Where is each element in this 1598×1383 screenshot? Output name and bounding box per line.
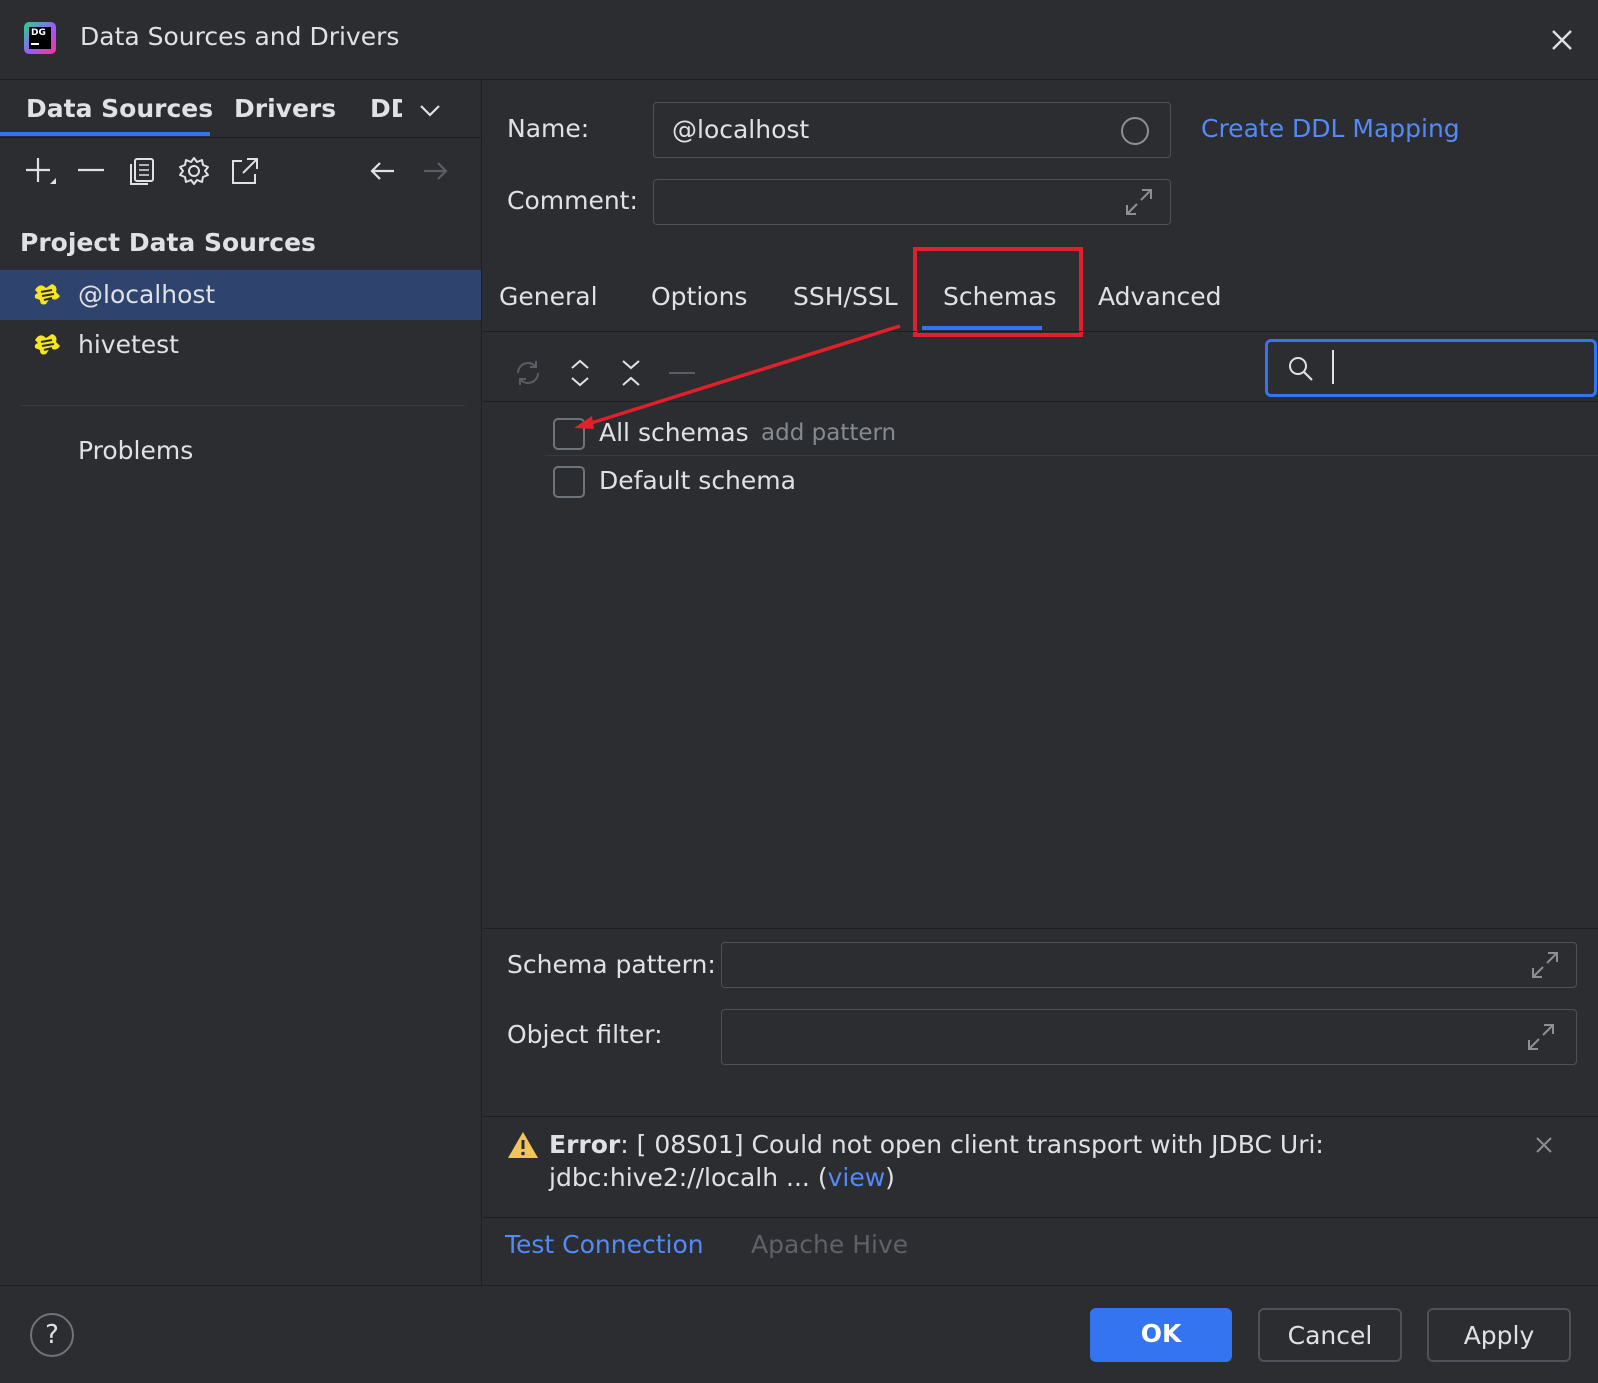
expand-icon[interactable] (1524, 1020, 1558, 1054)
warning-icon (508, 1132, 538, 1158)
open-external-icon[interactable] (228, 154, 262, 188)
annotation-highlight-box (913, 247, 1083, 337)
divider (483, 928, 1598, 929)
error-detail-end: ) (885, 1163, 895, 1192)
divider (0, 137, 482, 138)
hive-bee-icon (34, 284, 60, 305)
divider (483, 1217, 1598, 1218)
error-message: Error: [ 08S01] Could not open client tr… (549, 1128, 1509, 1194)
collapse-all-icon[interactable] (614, 356, 648, 390)
error-text: : [ 08S01] Could not open client transpo… (620, 1130, 1324, 1159)
test-connection-link[interactable]: Test Connection (505, 1230, 704, 1259)
divider (483, 1116, 1598, 1117)
add-pattern-hint[interactable]: add pattern (761, 420, 896, 446)
duplicate-icon[interactable] (126, 154, 160, 188)
tab-options[interactable]: Options (651, 282, 747, 311)
datasource-label: @localhost (78, 280, 216, 309)
title-bar: DG Data Sources and Drivers (0, 0, 1598, 80)
object-filter-label: Object filter: (507, 1020, 663, 1049)
close-icon[interactable] (1531, 1132, 1557, 1158)
comment-label: Comment: (507, 186, 638, 215)
error-detail: jdbc:hive2://localh ... ( (549, 1163, 828, 1192)
window-title: Data Sources and Drivers (80, 22, 400, 51)
problems-item[interactable]: Problems (78, 436, 193, 465)
error-title: Error (549, 1130, 621, 1159)
gear-icon[interactable] (177, 154, 211, 188)
divider (483, 401, 1598, 402)
help-button[interactable]: ? (30, 1313, 74, 1357)
apply-button[interactable]: Apply (1427, 1308, 1571, 1362)
tab-drivers[interactable]: Drivers (234, 94, 336, 123)
forward-arrow-icon[interactable] (418, 154, 452, 188)
all-schemas-label: All schemas (599, 418, 749, 447)
all-schemas-checkbox[interactable] (553, 418, 585, 450)
color-circle-icon[interactable] (1119, 115, 1151, 147)
tab-ddl-mappings[interactable]: DD (370, 94, 402, 123)
expand-all-icon[interactable] (563, 356, 597, 390)
section-title: Project Data Sources (20, 228, 316, 257)
dialog-footer: ? OK Cancel Apply (0, 1285, 1598, 1383)
search-icon (1289, 357, 1313, 381)
default-schema-checkbox[interactable] (553, 466, 585, 498)
divider (20, 405, 465, 406)
create-ddl-mapping-link[interactable]: Create DDL Mapping (1201, 114, 1460, 143)
datasource-label: hivetest (78, 330, 179, 359)
cancel-button[interactable]: Cancel (1258, 1308, 1402, 1362)
left-pane: Data Sources Drivers DD Project Data Sou… (0, 80, 482, 1285)
view-error-link[interactable]: view (828, 1163, 886, 1192)
divider (483, 331, 1598, 332)
chevron-down-icon[interactable] (416, 98, 444, 122)
details-pane: Name: @localhost Create DDL Mapping Comm… (483, 80, 1598, 1285)
active-tab-indicator (0, 132, 210, 136)
hive-bee-icon (34, 334, 60, 355)
text-caret (1332, 350, 1334, 384)
add-icon[interactable] (22, 154, 56, 188)
name-value: @localhost (672, 115, 810, 144)
remove-pattern-icon[interactable] (665, 356, 699, 390)
schema-search-input[interactable] (1265, 339, 1597, 397)
driver-name[interactable]: Apache Hive (751, 1230, 908, 1259)
remove-icon[interactable] (74, 154, 108, 188)
close-icon[interactable] (1546, 24, 1578, 56)
name-field[interactable]: @localhost (653, 102, 1171, 158)
divider (545, 455, 1598, 456)
datagrip-logo-icon: DG (24, 22, 56, 54)
object-filter-field[interactable] (721, 1009, 1577, 1065)
datasource-item-localhost[interactable]: @localhost (0, 270, 481, 320)
default-schema-label: Default schema (599, 466, 796, 495)
name-label: Name: (507, 114, 590, 143)
tab-data-sources[interactable]: Data Sources (26, 94, 213, 123)
tab-advanced[interactable]: Advanced (1098, 282, 1222, 311)
datasource-item-hivetest[interactable]: hivetest (0, 320, 481, 370)
schema-pattern-field[interactable] (721, 942, 1577, 988)
refresh-icon[interactable] (511, 356, 545, 390)
tab-general[interactable]: General (499, 282, 598, 311)
ok-button[interactable]: OK (1090, 1308, 1232, 1362)
expand-icon[interactable] (1122, 185, 1156, 219)
comment-field[interactable] (653, 179, 1171, 225)
back-arrow-icon[interactable] (366, 154, 400, 188)
tab-ssh-ssl[interactable]: SSH/SSL (793, 282, 898, 311)
schema-pattern-label: Schema pattern: (507, 950, 716, 979)
expand-icon[interactable] (1528, 948, 1562, 982)
